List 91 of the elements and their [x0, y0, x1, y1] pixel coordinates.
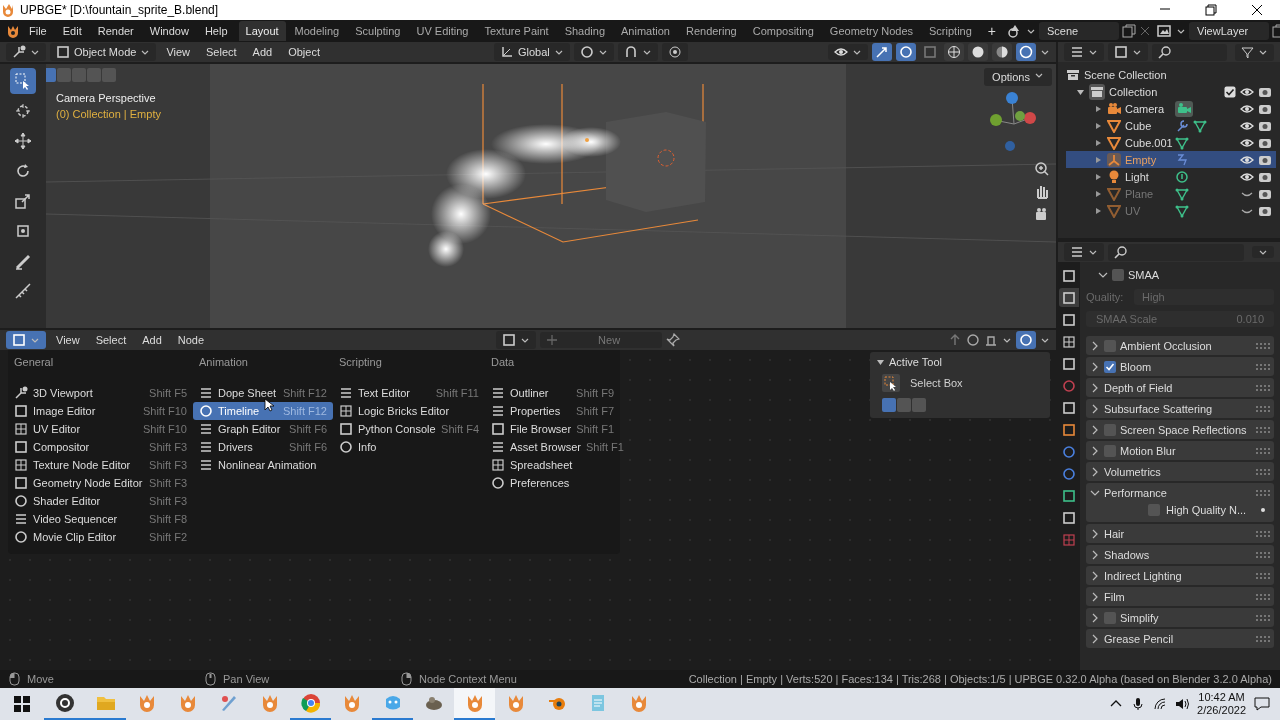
status-hint: Node Context Menu	[419, 673, 517, 685]
panel-header[interactable]: Shadows	[1086, 545, 1274, 564]
menu-item[interactable]: Select	[200, 44, 243, 60]
option-label: High Quality N...	[1166, 504, 1248, 516]
menu-item[interactable]: UV Editor Shift F10	[8, 420, 193, 438]
workspace-tab[interactable]: Geometry Nodes	[822, 21, 920, 41]
scene-field[interactable]: Scene	[1039, 22, 1119, 40]
menu-item[interactable]: Preferences	[485, 474, 620, 492]
menu-item[interactable]: Timeline Shift F12	[193, 402, 333, 420]
tool-name: Select Box	[910, 377, 963, 389]
tree-item[interactable]: Scene Collection	[1084, 68, 1167, 81]
menu-item[interactable]: Add	[246, 44, 279, 60]
menu-item[interactable]: Python Console Shift F4	[333, 420, 485, 438]
scene-statistics: Collection | Empty | Verts:520 | Faces:134 | Tris:268 | Objects:1/5 | UPBGE 0.32.0 Alpha (based on Blender 3.2.0 Alpha)	[688, 673, 1272, 685]
menu-heading: Animation	[198, 355, 249, 370]
panel-header[interactable]: Depth of Field	[1086, 378, 1274, 397]
menu-item[interactable]: Geometry Node Editor Shift F3	[8, 474, 193, 492]
tree-row[interactable]: Light	[1066, 168, 1276, 185]
panel-header[interactable]: Grease Pencil	[1086, 629, 1274, 648]
menu-item[interactable]: Render	[90, 22, 141, 40]
clock[interactable]: 10:42 AM 2/26/2022	[1197, 691, 1246, 717]
panel-header[interactable]: Film	[1086, 587, 1274, 606]
tree-row[interactable]: Empty	[1066, 151, 1276, 168]
status-hint: Pan View	[223, 673, 270, 685]
menu-item[interactable]: File Browser Shift F1	[485, 420, 620, 438]
menu-item[interactable]: Drivers Shift F6	[193, 438, 333, 456]
panel-header[interactable]: Screen Space Reflections	[1086, 420, 1274, 439]
menu-item[interactable]: Movie Clip Editor Shift F2	[8, 528, 193, 546]
menu-item[interactable]: Nonlinear Animation	[193, 456, 333, 474]
menu-item[interactable]: Add	[136, 332, 168, 348]
view-info: (0) Collection | Empty	[56, 108, 161, 120]
section-title: SMAA	[1128, 269, 1160, 281]
menu-item[interactable]: Logic Bricks Editor	[333, 402, 485, 420]
workspace-tab[interactable]: Scripting	[922, 21, 979, 41]
workspace-tab[interactable]: Modeling	[287, 21, 347, 41]
workspace-tab[interactable]: Texture Paint	[477, 21, 556, 41]
view-name: Camera Perspective	[56, 92, 156, 104]
menu-item[interactable]: Image Editor Shift F10	[8, 402, 193, 420]
menu-item[interactable]: Info	[333, 438, 485, 456]
menu-heading: Data	[490, 355, 516, 370]
workspace-tab[interactable]: Rendering	[678, 21, 744, 41]
menu-item[interactable]: Object	[282, 44, 326, 60]
view-layer-field[interactable]: ViewLayer	[1189, 22, 1269, 40]
menu-item[interactable]: Dope Sheet Shift F12	[193, 384, 333, 402]
workspace-tab[interactable]: Sculpting	[348, 21, 408, 41]
menu-item[interactable]: Texture Node Editor Shift F3	[8, 456, 193, 474]
panel-title[interactable]: Active Tool	[889, 356, 942, 368]
panel-header[interactable]: Volumetrics	[1086, 462, 1274, 481]
orientation-dropdown[interactable]: Global	[494, 43, 570, 61]
status-hint: Move	[27, 673, 54, 685]
menu-heading: General	[13, 355, 55, 370]
panel-header[interactable]: Simplify	[1086, 608, 1274, 627]
panel-header[interactable]: Indirect Lighting	[1086, 566, 1274, 585]
field-label: Quality:	[1086, 291, 1125, 303]
workspace-tab[interactable]: Layout	[238, 21, 286, 41]
panel-header[interactable]: Subsurface Scattering	[1086, 399, 1274, 418]
workspace-tab[interactable]: Compositing	[745, 21, 821, 41]
panel-header[interactable]: Performance	[1086, 483, 1274, 502]
menu-item[interactable]: Spreadsheet	[485, 456, 620, 474]
menu-item[interactable]: View	[50, 332, 86, 348]
menu-item[interactable]: Node	[171, 332, 211, 348]
menu-item[interactable]: Video Sequencer Shift F8	[8, 510, 193, 528]
options-dropdown[interactable]: Options	[984, 68, 1052, 86]
menu-item[interactable]: Compositor Shift F3	[8, 438, 193, 456]
panel-header[interactable]: Bloom	[1086, 357, 1274, 376]
menu-item[interactable]: Shader Editor Shift F3	[8, 492, 193, 510]
menu-heading: Scripting	[338, 355, 383, 370]
menu-item[interactable]: Properties Shift F7	[485, 402, 620, 420]
workspace-tab[interactable]: Animation	[614, 21, 677, 41]
workspace-tab[interactable]: Shading	[557, 21, 613, 41]
panel-header[interactable]: Motion Blur	[1086, 441, 1274, 460]
tree-row[interactable]: Cube	[1066, 117, 1276, 134]
menu-item[interactable]: Graph Editor Shift F6	[193, 420, 333, 438]
panel-header[interactable]: Hair	[1086, 524, 1274, 543]
tree-row[interactable]: Cube.001	[1066, 134, 1276, 151]
menu-item[interactable]: Window	[142, 22, 196, 40]
menu-item[interactable]: Outliner Shift F9	[485, 384, 620, 402]
menu-item[interactable]: Edit	[55, 22, 89, 40]
menu-item[interactable]: 3D Viewport Shift F5	[8, 384, 193, 402]
menu-item[interactable]: File	[22, 22, 54, 40]
menu-item[interactable]: Select	[89, 332, 133, 348]
add-workspace-button[interactable]: +	[980, 20, 1003, 42]
tree-row[interactable]: Camera	[1066, 100, 1276, 117]
menu-item[interactable]: Help	[197, 22, 235, 40]
window-title: UPBGE* [D:\fountain_sprite_B.blend]	[19, 3, 220, 17]
menu-item[interactable]: View	[160, 44, 197, 60]
menu-item[interactable]: Text Editor Shift F11	[333, 384, 485, 402]
panel-header[interactable]: Ambient Occlusion	[1086, 336, 1274, 355]
tree-item[interactable]: Collection	[1109, 85, 1158, 98]
mode-dropdown[interactable]: Object Mode	[50, 43, 157, 61]
workspace-tab[interactable]: UV Editing	[409, 21, 476, 41]
